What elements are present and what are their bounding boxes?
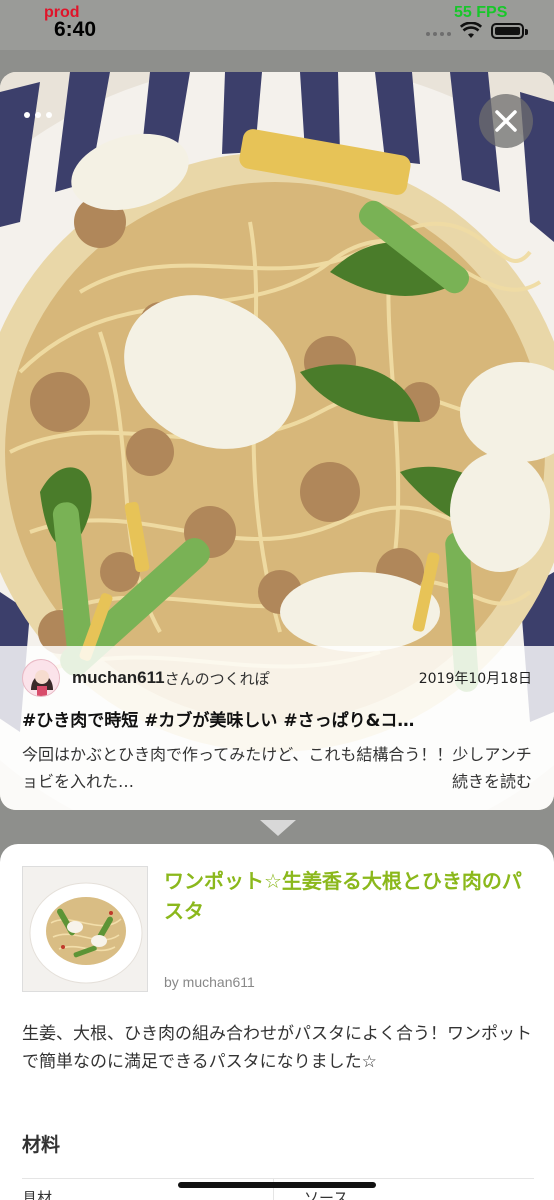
recipe-description: 生姜、大根、ひき肉の組み合わせがパスタによく合う！ワンポットで簡単なのに満足でき… [22,1024,532,1072]
status-bar: prod 6:40 55 FPS [0,0,554,50]
avatar[interactable] [22,659,60,697]
chevron-down-icon[interactable] [258,818,298,838]
tsukurepo-card[interactable]: muchan611 さんのつくれぽ 2019年10月18日 #ひき肉で時短 #カ… [0,72,554,810]
tsukurepo-info: muchan611 さんのつくれぽ 2019年10月18日 #ひき肉で時短 #カ… [0,646,554,810]
recipe-sheet: ワンポット☆生姜香る大根とひき肉のパスタ by muchan611 生姜、大根、… [0,844,554,1200]
more-icon [24,112,30,118]
ingredients-heading: 材料 [22,1134,61,1156]
recipe-title[interactable]: ワンポット☆生姜香る大根とひき肉のパスタ [164,866,534,926]
author-name[interactable]: muchan611 [72,668,165,688]
author-suffix: さんのつくれぽ [164,669,270,688]
recipe-thumbnail[interactable] [22,866,148,992]
cellular-signal-icon [426,32,451,36]
tsukurepo-description: 今回はかぶとひき肉で作ってみたけど、これも結構合う！！少しアンチョビを入れた… … [22,741,532,795]
read-more-link[interactable]: 続きを読む [452,768,532,795]
clock: 6:40 [54,18,97,41]
home-indicator[interactable] [178,1182,376,1188]
hashtags[interactable]: #ひき肉で時短 #カブが美味しい #さっぱり&コ… [22,706,532,731]
battery-icon [491,23,528,39]
fps-counter: 55 FPS [454,4,508,21]
more-options-button[interactable] [24,112,52,118]
close-icon [495,110,517,132]
post-date: 2019年10月18日 [418,671,532,687]
recipe-author[interactable]: by muchan611 [164,974,255,990]
author-row: muchan611 さんのつくれぽ 2019年10月18日 [22,659,532,697]
close-button[interactable] [479,94,533,148]
wifi-icon [460,22,482,38]
